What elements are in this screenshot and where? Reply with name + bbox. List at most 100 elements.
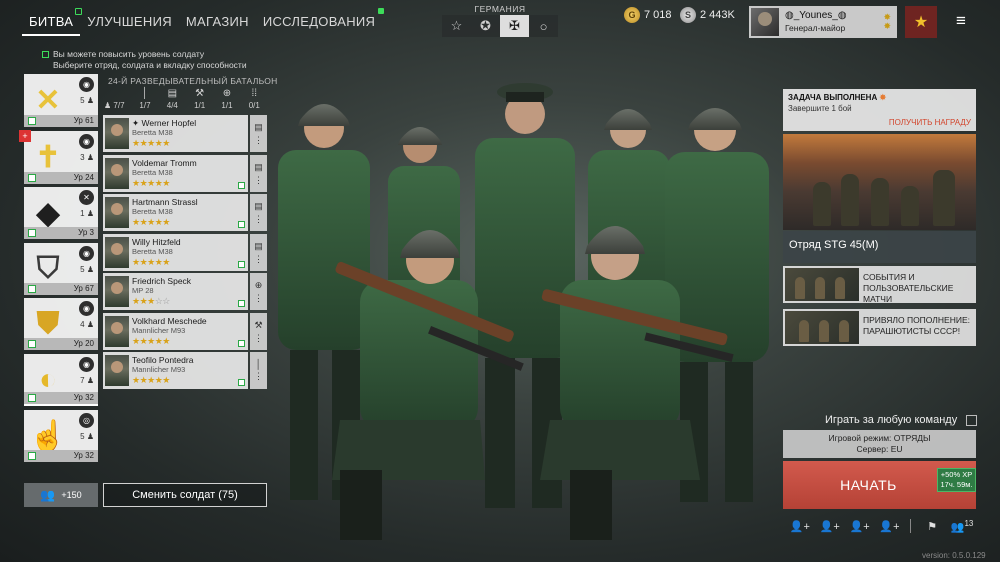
- squad-invite-bar: 👤+ 👤+ 👤+ 👤+ ⚑ 👥13: [785, 517, 977, 535]
- squad-count: 4 ♟: [80, 320, 94, 329]
- squad-card[interactable]: ⛊ ◉ 4 ♟ Ур 20: [24, 298, 98, 350]
- claim-reward-button[interactable]: ПОЛУЧИТЬ НАГРАДУ: [889, 118, 971, 127]
- soldier-name: Voldemar Tromm: [132, 158, 197, 168]
- soldier-row[interactable]: Hartmann Strassl Beretta M38 ★★★★★: [103, 194, 248, 231]
- nav-upgrades[interactable]: УЛУЧШЕНИЯ: [80, 12, 179, 36]
- server-text: Сервер: EU: [856, 444, 903, 454]
- soldier-portrait: [105, 355, 129, 386]
- squad-card[interactable]: ✕ ◉ 5 ♟ Ур 61: [24, 74, 98, 127]
- soldier-rating-stars-icon: ★★★★★: [132, 217, 170, 227]
- soldier-class-button[interactable]: ▤ ⋮: [250, 194, 267, 231]
- nation-tab-germany[interactable]: ✠: [500, 15, 529, 37]
- nation-label: ГЕРМАНИЯ: [474, 4, 526, 14]
- promo-caption[interactable]: Отряд STG 45(M): [783, 231, 976, 263]
- squad-card[interactable]: ☝ ◎ 5 ♟ Ур 32: [24, 410, 98, 462]
- upgrade-available-icon: [238, 300, 245, 307]
- soldier-class-button[interactable]: │ ⋮: [250, 352, 267, 389]
- nav-research[interactable]: ИССЛЕДОВАНИЯ: [256, 8, 385, 36]
- game-mode-text: Игровой режим: ОТРЯДЫ: [828, 433, 931, 443]
- sparkle-icon: ✸: [879, 93, 887, 102]
- nav-shop[interactable]: МАГАЗИН: [179, 12, 256, 36]
- avatar: [751, 8, 779, 36]
- soldier-row[interactable]: ✦ Werner Hopfel Beretta M38 ★★★★★: [103, 115, 248, 152]
- event-custom-matches[interactable]: СОБЫТИЯ И ПОЛЬЗОВАТЕЛЬСКИЕ МАТЧИ: [783, 266, 976, 304]
- battalion-title: 24-Й РАЗВЕДЫВАТЕЛЬНЫЙ БАТАЛЬОН: [108, 76, 278, 86]
- battalion-stat: ⊕ 1/1: [213, 88, 240, 114]
- more-options-icon: ⋮: [254, 371, 263, 381]
- player-profile[interactable]: ◍_Younes_◍ Генерал-майор ✸ ✸: [749, 6, 897, 38]
- add-player-icon[interactable]: 👤+: [845, 520, 875, 533]
- rank-badge[interactable]: ★: [905, 6, 937, 38]
- squad-type-icon: ◉: [79, 77, 94, 92]
- nav-research-label: ИССЛЕДОВАНИЯ: [262, 14, 376, 29]
- squad-card[interactable]: + ✝ ◉ 3 ♟ Ур 24: [19, 130, 98, 184]
- soldier-class-button[interactable]: ▤ ⋮: [250, 234, 267, 271]
- more-options-icon: ⋮: [254, 213, 263, 224]
- player-name: ◍_Younes_◍: [785, 10, 847, 21]
- squad-type-icon: ◉: [79, 357, 94, 372]
- soldier-class-button[interactable]: ▤ ⋮: [250, 155, 267, 192]
- thumb-figure: [799, 320, 809, 342]
- promo-image[interactable]: [783, 134, 976, 230]
- squad-card[interactable]: ◆ ✕ 1 ♟ Ур 3: [24, 187, 98, 239]
- thumb-figure: [795, 277, 805, 299]
- soldier-name: Teofilo Pontedra: [132, 355, 194, 365]
- add-player-icon[interactable]: 👤+: [815, 520, 845, 533]
- soldier-row[interactable]: Friedrich Speck MP 28 ★★★☆☆: [103, 273, 248, 310]
- promo-figure: [871, 178, 889, 226]
- stat-icon: ▤: [167, 88, 178, 99]
- info-line-select: Выберите отряд, солдата и вкладку способ…: [53, 60, 247, 70]
- friends-icon[interactable]: 👥13: [947, 519, 977, 534]
- add-player-icon[interactable]: 👤+: [785, 520, 815, 533]
- more-options-icon: ⋮: [254, 253, 263, 264]
- nav-battle[interactable]: БИТВА: [22, 8, 83, 36]
- promo-figure: [933, 170, 955, 226]
- flag-icon[interactable]: ⚑: [917, 520, 947, 533]
- soldier-class-button[interactable]: ⚒ ⋮: [250, 313, 267, 350]
- event-thumbnail: [785, 268, 859, 301]
- reserve-button[interactable]: 👥 +150: [24, 483, 98, 507]
- upgrade-available-icon: [28, 117, 36, 125]
- squad-type-icon: ◉: [79, 134, 94, 149]
- soldier-class-icon: ▤: [254, 200, 263, 211]
- soldier-rating-stars-icon: ★★★★★: [132, 257, 170, 267]
- stat-icon: ⚒: [195, 88, 205, 99]
- event-reinforcement[interactable]: ПРИВЯЛО ПОПОЛНЕНИЕ: ПАРАШЮТИСТЫ СССР!: [783, 309, 976, 346]
- soldier-row[interactable]: Teofilo Pontedra Mannlicher M93 ★★★★★: [103, 352, 248, 389]
- friends-count: 13: [964, 518, 974, 528]
- soldier-class-button[interactable]: ⊕ ⋮: [250, 273, 267, 310]
- main-nav: БИТВА УЛУЧШЕНИЯ МАГАЗИН ИССЛЕДОВАНИЯ: [22, 8, 385, 36]
- nation-tab-ussr[interactable]: ✪: [471, 15, 500, 37]
- nation-tab-usa[interactable]: ☆: [442, 15, 471, 37]
- change-soldier-button[interactable]: Сменить солдат (75): [103, 483, 267, 507]
- soldier-rating-stars-icon: ★★★★★: [132, 138, 170, 148]
- stat-value: 1/1: [221, 101, 233, 110]
- soldier-portrait: [105, 237, 129, 268]
- soldier-row[interactable]: Voldemar Tromm Beretta M38 ★★★★★: [103, 155, 248, 192]
- star-circle-icon: ✪: [480, 18, 491, 33]
- silver-currency[interactable]: S 2 443K: [680, 7, 735, 23]
- info-text-1: Вы можете повысить уровень солдату: [53, 49, 205, 59]
- player-rank: Генерал-майор: [785, 23, 846, 33]
- silver-coin-icon: S: [680, 7, 696, 23]
- gold-currency[interactable]: G 7 018: [624, 7, 672, 23]
- nation-tab-uk[interactable]: ○: [529, 15, 558, 37]
- squad-count: 5 ♟: [80, 265, 94, 274]
- soldier-row[interactable]: Volkhard Meschede Mannlicher M93 ★★★★★: [103, 313, 248, 350]
- squad-card[interactable]: ⛉ ◉ 5 ♟ Ур 67: [24, 243, 98, 295]
- add-player-icon[interactable]: 👤+: [875, 520, 905, 533]
- soldier-portrait: [105, 118, 129, 149]
- xp-bonus-text: +50% XP: [940, 470, 973, 479]
- new-plus-icon: +: [19, 130, 31, 142]
- squad-count: 3 ♟: [80, 153, 94, 162]
- hamburger-menu-icon[interactable]: ≡: [952, 12, 970, 30]
- player-info: ◍_Younes_◍ Генерал-майор: [779, 10, 847, 34]
- soldier-row[interactable]: Willy Hitzfeld Beretta M38 ★★★★★: [103, 234, 248, 271]
- star-outline-icon: ☆: [450, 18, 463, 33]
- squad-card[interactable]: ◐ ◉ 7 ♟ Ур 32: [24, 354, 98, 406]
- soldier-class-button[interactable]: ▤ ⋮: [250, 115, 267, 152]
- any-team-checkbox[interactable]: [966, 415, 977, 426]
- thumb-figure: [839, 320, 849, 342]
- squad-type-icon: ◉: [79, 246, 94, 261]
- soldier-rating-stars-icon: ★★★★★: [132, 375, 170, 385]
